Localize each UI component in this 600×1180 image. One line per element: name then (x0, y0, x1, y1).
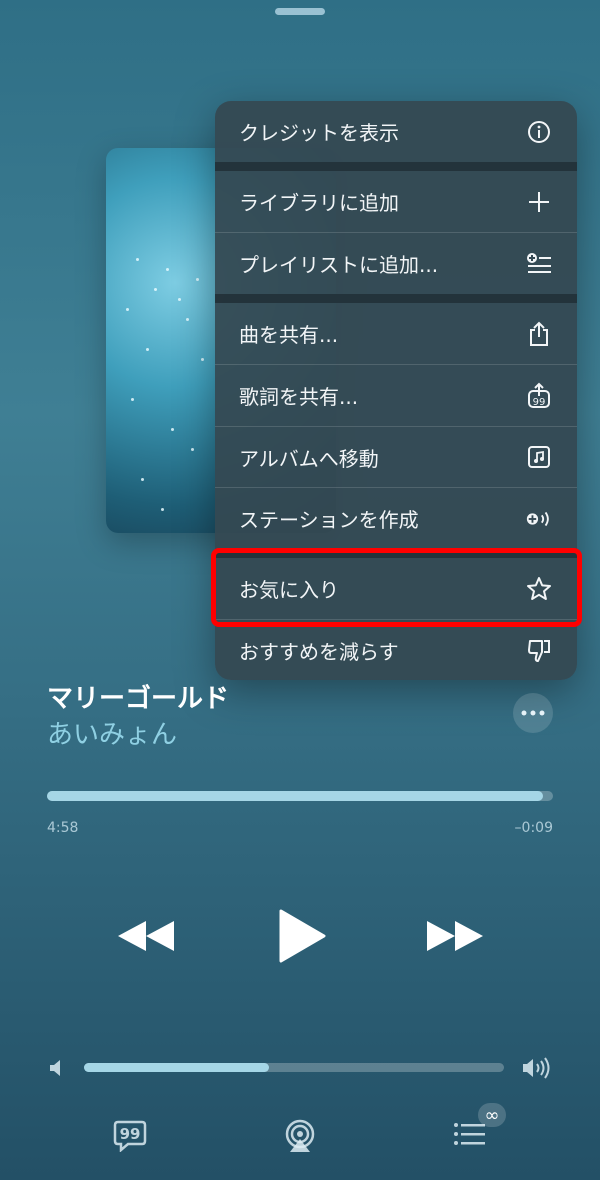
menu-item-label: プレイリストに追加... (239, 253, 439, 277)
autoplay-infinity-badge: ∞ (478, 1103, 506, 1127)
share-lyrics-icon: 99 (525, 382, 553, 410)
remaining-time: –0:09 (514, 820, 553, 836)
ellipsis-icon (521, 710, 545, 716)
elapsed-time: 4:58 (47, 820, 79, 836)
airplay-button[interactable] (281, 1118, 319, 1154)
menu-item-add-to-library[interactable]: ライブラリに追加 (215, 171, 577, 232)
menu-item-label: アルバムへ移動 (239, 446, 379, 471)
menu-item-share-song[interactable]: 曲を共有... (215, 303, 577, 364)
svg-text:99: 99 (533, 397, 546, 408)
menu-item-label: ライブラリに追加 (239, 191, 399, 215)
fast-forward-icon (427, 921, 483, 951)
album-icon (525, 443, 553, 471)
menu-item-create-station[interactable]: ステーションを作成 (215, 488, 577, 549)
menu-item-credits[interactable]: クレジットを表示 (215, 101, 577, 162)
menu-item-label: 歌詞を共有... (239, 385, 359, 409)
menu-item-suggest-less[interactable]: おすすめを減らす (215, 620, 577, 680)
volume-low-icon (48, 1058, 64, 1078)
favorite-highlight-box (211, 548, 582, 627)
lyrics-button[interactable]: 99 (112, 1118, 148, 1154)
lyrics-icon: 99 (113, 1120, 147, 1152)
menu-item-share-lyrics[interactable]: 歌詞を共有... 99 (215, 365, 577, 426)
play-button[interactable] (276, 907, 328, 965)
menu-item-label: 曲を共有... (239, 323, 339, 347)
sheet-grabber[interactable] (275, 8, 325, 15)
rewind-button[interactable] (115, 915, 177, 957)
menu-item-label: おすすめを減らす (239, 639, 399, 664)
menu-item-add-to-playlist[interactable]: プレイリストに追加... (215, 233, 577, 294)
svg-text:99: 99 (120, 1125, 141, 1143)
share-icon (525, 320, 553, 348)
menu-item-label: ステーションを作成 (239, 508, 419, 532)
song-title: マリーゴールド (47, 684, 230, 714)
info-icon (525, 118, 553, 146)
volume-slider[interactable] (84, 1063, 504, 1072)
volume-fill (84, 1063, 269, 1072)
playback-progress-bar[interactable] (47, 791, 553, 801)
station-icon (525, 505, 553, 533)
volume-high-icon (521, 1056, 551, 1080)
menu-item-go-to-album[interactable]: アルバムへ移動 (215, 427, 577, 487)
more-options-button[interactable] (513, 693, 553, 733)
fast-forward-button[interactable] (424, 915, 486, 957)
artist-name[interactable]: あいみょん (47, 714, 177, 751)
airplay-icon (285, 1119, 315, 1152)
add-to-playlist-icon (525, 250, 553, 278)
play-icon (279, 909, 326, 963)
plus-icon (525, 188, 553, 216)
rewind-icon (118, 921, 174, 951)
thumbs-down-icon (525, 636, 553, 664)
menu-item-label: クレジットを表示 (239, 121, 399, 145)
progress-fill (47, 791, 543, 801)
